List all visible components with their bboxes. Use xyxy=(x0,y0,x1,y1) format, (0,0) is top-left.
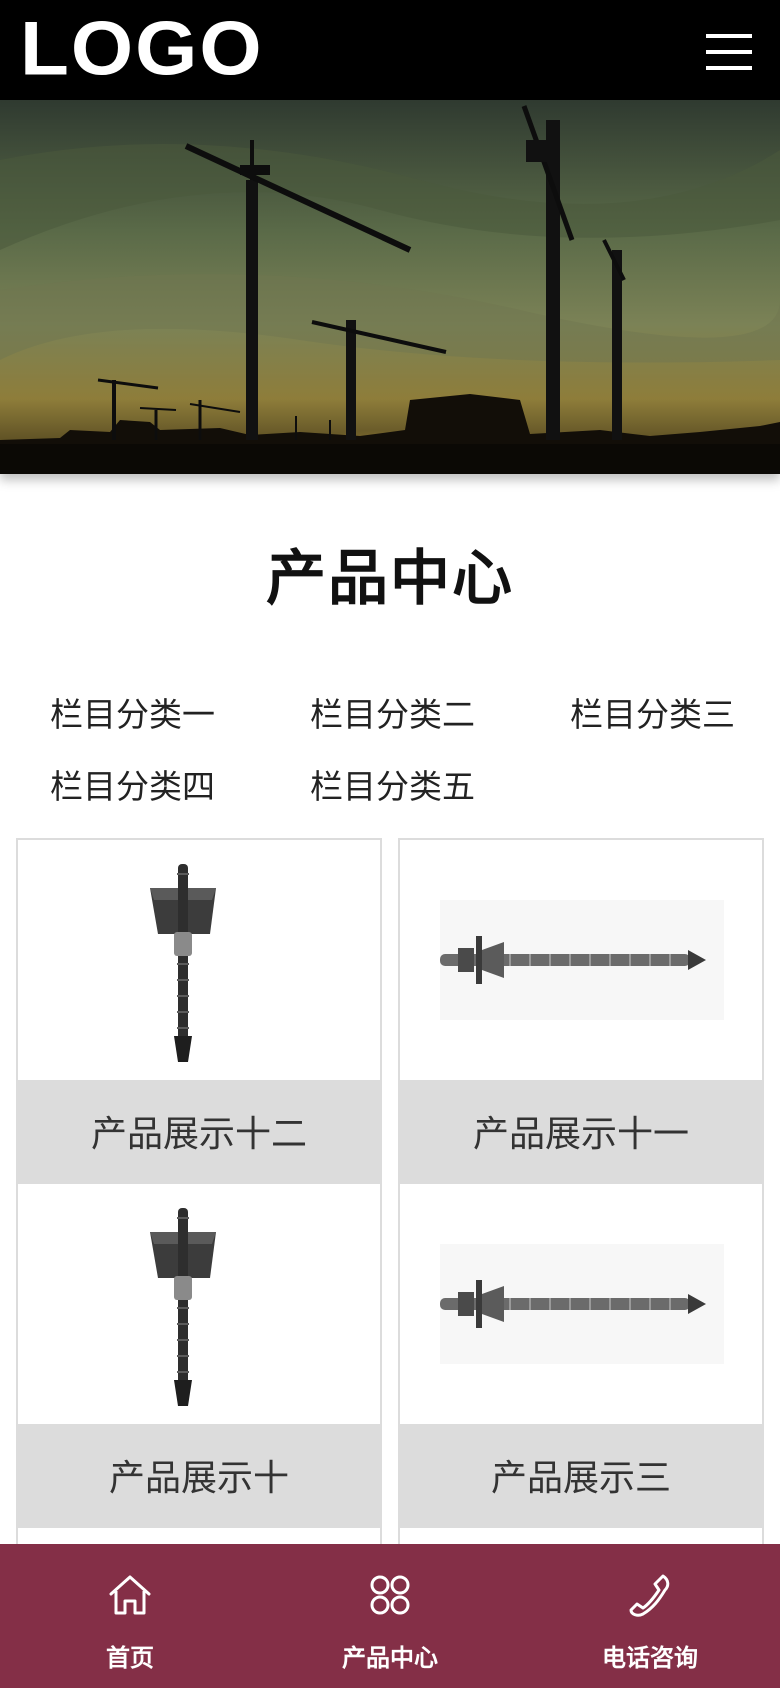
product-card[interactable]: 产品展示十 xyxy=(16,1182,382,1528)
product-caption: 产品展示三 xyxy=(400,1424,762,1526)
horizontal-anchor-bolt-image xyxy=(400,1184,762,1424)
hamburger-menu-icon[interactable] xyxy=(704,30,754,74)
product-caption: 产品展示十二 xyxy=(18,1080,380,1182)
nav-item-home[interactable]: 首页 xyxy=(0,1544,260,1688)
product-card[interactable]: 产品展示三 xyxy=(398,1182,764,1528)
product-caption: 产品展示十一 xyxy=(400,1080,762,1182)
site-header: LOGO xyxy=(0,0,780,100)
site-logo[interactable]: LOGO xyxy=(20,11,264,87)
section-title: 产品中心 xyxy=(266,544,514,614)
category-link-2[interactable]: 栏目分类二 xyxy=(310,688,475,736)
vertical-anchor-bolt-image xyxy=(18,1184,380,1424)
category-link-4[interactable]: 栏目分类四 xyxy=(50,760,215,808)
nav-label-home: 首页 xyxy=(106,1644,154,1672)
nav-label-products: 产品中心 xyxy=(342,1644,438,1672)
product-card[interactable]: 产品展示十一 xyxy=(398,838,764,1184)
grid-icon xyxy=(370,1575,410,1615)
product-card[interactable]: 产品展示十二 xyxy=(16,838,382,1184)
category-link-1[interactable]: 栏目分类一 xyxy=(50,688,215,736)
home-icon xyxy=(109,1575,151,1615)
horizontal-anchor-bolt-image xyxy=(400,840,762,1080)
nav-item-products[interactable]: 产品中心 xyxy=(260,1544,520,1688)
category-link-3[interactable]: 栏目分类三 xyxy=(570,688,735,736)
phone-icon xyxy=(629,1574,670,1617)
product-caption: 产品展示十 xyxy=(18,1424,380,1526)
category-link-5[interactable]: 栏目分类五 xyxy=(310,760,475,808)
nav-label-phone: 电话咨询 xyxy=(602,1644,698,1672)
bottom-nav-bar: 首页 产品中心 电话咨询 xyxy=(0,1544,780,1688)
hero-banner xyxy=(0,100,780,474)
construction-cranes-photo xyxy=(0,100,780,474)
vertical-anchor-bolt-image xyxy=(18,840,380,1080)
nav-item-phone[interactable]: 电话咨询 xyxy=(520,1544,780,1688)
